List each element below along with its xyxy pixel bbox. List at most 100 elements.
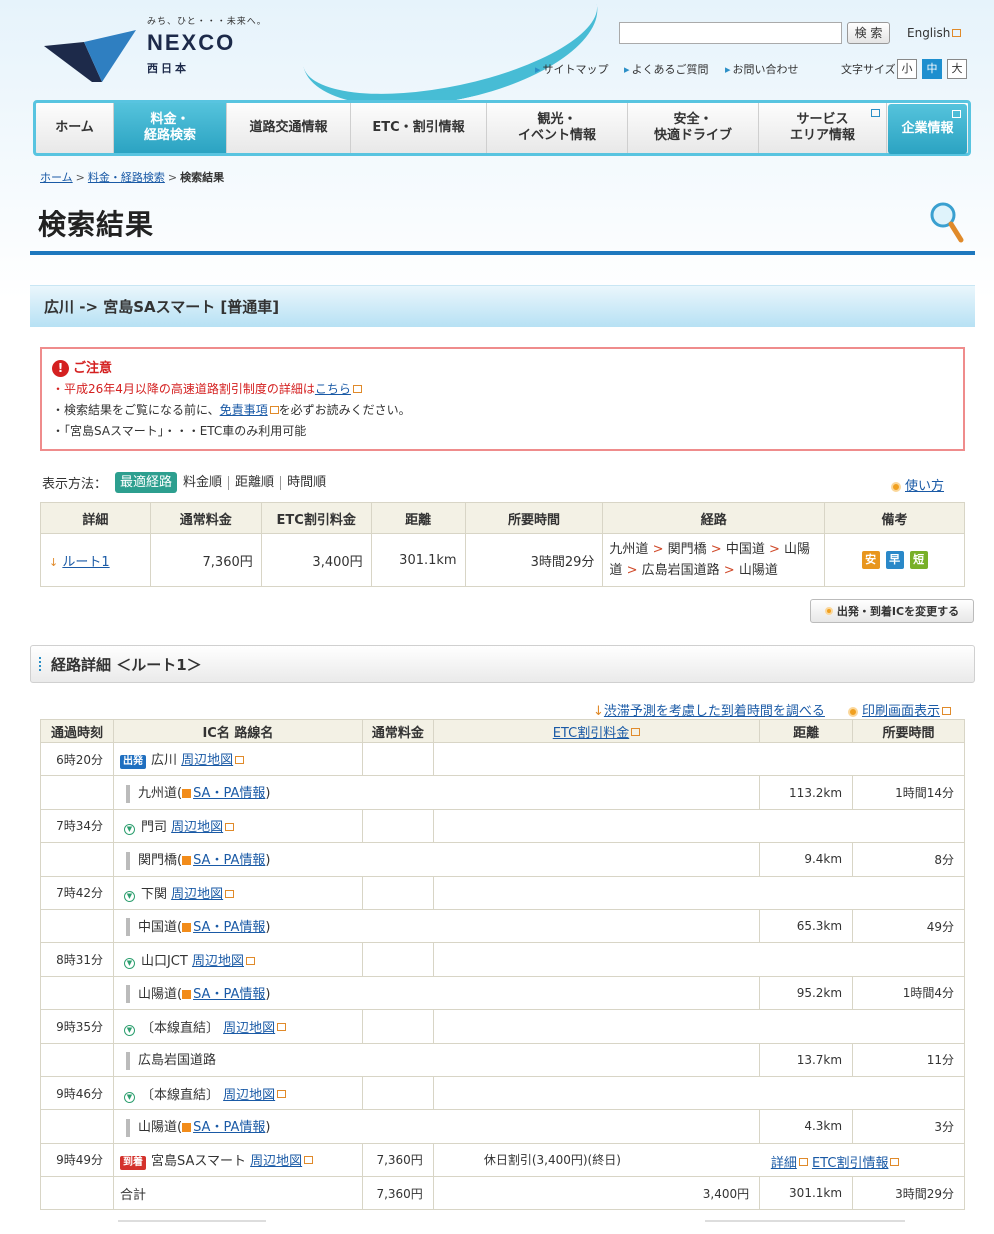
contact-link[interactable]: お問い合わせ [725, 61, 799, 77]
map-link[interactable]: 周辺地図 [192, 954, 244, 969]
external-link-icon [631, 728, 641, 736]
external-link-icon [235, 755, 245, 764]
table-row: 9時46分 ▼ 〔本線直結〕 周辺地図 [40, 1075, 966, 1111]
table-row: 広島岩国道路 13.7km 11分 [40, 1042, 965, 1077]
logo-sub: 西日本 [147, 62, 189, 75]
sort-distance[interactable]: 距離順 [229, 475, 282, 490]
external-link-icon [269, 405, 279, 414]
sort-time[interactable]: 時間順 [281, 475, 332, 490]
table-row: ↓ ルート1 7,360円 3,400円 301.1km 3時間29分 九州道 … [40, 533, 965, 587]
pass-through-icon: ▼ [123, 958, 135, 970]
bullet-icon [824, 607, 833, 615]
sapa-icon [182, 922, 192, 932]
road-bar-icon [125, 784, 130, 803]
nav-etc-discount[interactable]: ETC・割引情報 [351, 103, 487, 153]
nexco-logo-mark-icon [44, 30, 136, 82]
road-bar-icon [125, 985, 130, 1004]
external-link-icon [245, 956, 255, 965]
title-rule [30, 251, 975, 255]
footer-divider [118, 1220, 266, 1222]
external-link-icon [225, 889, 235, 898]
sort-optimal[interactable]: 最適経路 [115, 472, 178, 493]
howto-link[interactable]: 使い方 [891, 475, 944, 494]
external-link-icon [871, 109, 880, 117]
table-row: 山陽道(SA・PA情報) 4.3km 3分 [40, 1109, 965, 1144]
table-row: 6時20分 出発 広川 周辺地図 [40, 741, 966, 777]
route-detail-header: 経路詳細 ＜ルート1＞ [30, 645, 975, 683]
nav-home[interactable]: ホーム [36, 103, 114, 153]
etc-discount-info-link[interactable]: ETC割引情報 [812, 1156, 888, 1171]
font-size-large-button[interactable]: 大 [947, 59, 967, 79]
table-row: 山陽道(SA・PA情報) 95.2km 1時間4分 [40, 975, 965, 1011]
map-link[interactable]: 周辺地図 [171, 887, 223, 902]
pass-through-icon: ▼ [123, 1024, 135, 1036]
table-row: 九州道(SA・PA情報) 113.2km 1時間14分 [40, 775, 965, 810]
font-size-medium-button[interactable]: 中 [922, 59, 942, 79]
sort-fee[interactable]: 料金順 [177, 475, 230, 490]
external-link-icon [942, 706, 952, 715]
page-title: 検索結果 [38, 208, 155, 241]
map-link[interactable]: 周辺地図 [250, 1154, 302, 1169]
sapa-link[interactable]: SA・PA情報 [193, 987, 265, 1002]
disclaimer-link[interactable]: 免責事項 [220, 403, 268, 417]
table-row: 8時31分 ▼ 山口JCT 周辺地図 [40, 942, 966, 977]
nav-traffic-info[interactable]: 道路交通情報 [227, 103, 351, 153]
pass-through-icon: ▼ [123, 824, 135, 836]
route1-link[interactable]: ルート1 [62, 555, 109, 570]
results-table: 詳細 通常料金 ETC割引料金 距離 所要時間 経路 備考 ↓ ルート1 7,3… [40, 502, 965, 587]
breadcrumb-current: 検索結果 [180, 171, 225, 184]
badge-short: 短 [909, 551, 928, 569]
warning-icon: ! [52, 360, 69, 377]
holiday-discount: 休日割引(3,400円)(終日) [483, 1153, 621, 1168]
route-header: 広川 -> 宮島SAスマート [普通車] [30, 285, 975, 327]
pass-through-icon: ▼ [123, 1091, 135, 1103]
print-link[interactable]: 印刷画面表示 [848, 700, 952, 719]
breadcrumb-home[interactable]: ホーム [40, 171, 73, 184]
badge-fast: 早 [885, 551, 904, 569]
nav-corporate-info[interactable]: 企業情報 [888, 104, 967, 154]
font-size-small-button[interactable]: 小 [897, 59, 917, 79]
depart-tag: 出発 [119, 755, 146, 770]
table-row: 9時49分 到着 宮島SAスマート 周辺地図 7,360円 休日割引(3,400円… [40, 1142, 966, 1178]
sapa-icon [182, 1123, 192, 1133]
route-path: 九州道 > 関門橋 > 中国道 > 山陽道 > 広島岩国道路 > 山陽道 [602, 533, 826, 587]
faq-link[interactable]: よくあるご質問 [624, 61, 709, 77]
table-row: 関門橋(SA・PA情報) 9.4km 8分 [40, 842, 965, 877]
external-link-icon [225, 822, 235, 831]
detail-link[interactable]: 詳細 [771, 1156, 797, 1171]
breadcrumb: ホーム > 料金・経路検索 > 検索結果 [40, 171, 225, 184]
global-nav: ホーム 料金・ 経路検索 道路交通情報 ETC・割引情報 観光・ イベント情報 … [33, 100, 971, 156]
map-link[interactable]: 周辺地図 [223, 1021, 275, 1036]
nexco-logo[interactable]: みち、ひと・・・未来へ。 NEXCO 西日本 [44, 14, 284, 86]
bullet-icon [848, 706, 858, 717]
sort-options: 表示方法： 最適経路 料金順 距離順 時間順 [42, 472, 332, 493]
traffic-forecast-link[interactable]: ↓渋滞予測を考慮した到着時間を調べる [593, 700, 825, 719]
discount-details-link[interactable]: こちら [315, 382, 351, 396]
external-link-icon [277, 1090, 287, 1099]
sapa-link[interactable]: SA・PA情報 [193, 786, 265, 801]
nav-fee-route-search[interactable]: 料金・ 経路検索 [114, 103, 227, 153]
road-bar-icon [125, 851, 130, 870]
search-button[interactable]: 検 索 [847, 22, 890, 44]
nav-tourism-events[interactable]: 観光・ イベント情報 [487, 103, 628, 153]
sapa-link[interactable]: SA・PA情報 [193, 1120, 265, 1135]
table-row: 9時35分 ▼ 〔本線直結〕 周辺地図 [40, 1009, 966, 1044]
nav-safe-drive[interactable]: 安全・ 快適ドライブ [628, 103, 759, 153]
table-row-total: 合計 7,360円 3,400円 301.1km 3時間29分 [40, 1176, 965, 1211]
sitemap-link[interactable]: サイトマップ [535, 61, 609, 77]
map-link[interactable]: 周辺地図 [171, 820, 223, 835]
logo-name: NEXCO [147, 30, 236, 55]
sapa-link[interactable]: SA・PA情報 [193, 920, 265, 935]
map-link[interactable]: 周辺地図 [223, 1088, 275, 1103]
etc-fee-header-link[interactable]: ETC割引料金 [432, 719, 761, 743]
external-link-icon [277, 1023, 287, 1032]
sapa-link[interactable]: SA・PA情報 [193, 853, 265, 868]
sapa-icon [182, 856, 192, 866]
search-input[interactable] [619, 22, 842, 44]
english-link[interactable]: English [907, 26, 962, 40]
nav-service-area[interactable]: サービス エリア情報 [759, 103, 887, 153]
change-ic-button[interactable]: 出発・到着ICを変更する [810, 599, 974, 623]
map-link[interactable]: 周辺地図 [181, 753, 233, 768]
breadcrumb-search[interactable]: 料金・経路検索 [88, 171, 165, 184]
external-link-icon [798, 1158, 808, 1167]
